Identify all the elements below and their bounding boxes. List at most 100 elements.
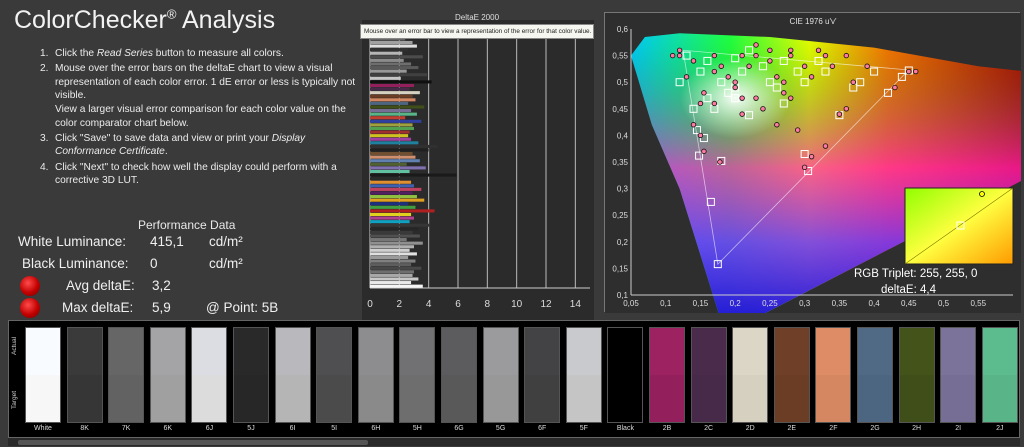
deltae-bar[interactable] — [370, 198, 425, 202]
deltae-bar[interactable] — [370, 123, 413, 127]
cie-measured-point[interactable] — [732, 79, 738, 85]
cie-measured-point[interactable] — [753, 52, 759, 59]
deltae-bar[interactable] — [370, 44, 417, 48]
swatch-6h[interactable] — [357, 327, 394, 423]
deltae-bar[interactable] — [370, 252, 417, 256]
cie-measured-point[interactable] — [711, 52, 718, 59]
swatch-7k[interactable] — [108, 327, 145, 423]
cie-measured-point[interactable] — [774, 122, 780, 128]
swatch-6g[interactable] — [441, 327, 477, 423]
deltae-bar[interactable] — [370, 259, 416, 263]
deltae-bar[interactable] — [370, 62, 412, 66]
cie-measured-point[interactable] — [760, 106, 766, 112]
swatch-2e[interactable] — [773, 327, 810, 423]
deltae-bar[interactable] — [370, 83, 414, 88]
cie-measured-point[interactable] — [739, 52, 745, 59]
deltae-bar[interactable] — [370, 51, 403, 55]
cie-measured-point[interactable] — [711, 100, 718, 107]
deltae-bar[interactable] — [370, 234, 420, 238]
cie-measured-point[interactable] — [711, 68, 718, 75]
deltae-bar[interactable] — [370, 187, 422, 191]
deltae-bar[interactable] — [370, 216, 414, 220]
cie-measured-point[interactable] — [843, 106, 850, 112]
swatch-2f[interactable] — [815, 327, 852, 423]
swatch-5f[interactable] — [565, 327, 602, 423]
swatch-2d[interactable] — [732, 327, 769, 423]
cie-measured-point[interactable] — [676, 52, 683, 59]
deltae-bar[interactable] — [370, 220, 410, 224]
deltae-bar[interactable] — [370, 55, 423, 59]
swatch-black[interactable] — [607, 327, 644, 423]
cie-chart[interactable]: 0,05 0,1 0,15 0,2 0,25 0,3 0,35 0,4 0,45 0,5 0,550… — [605, 13, 1021, 313]
deltae-bar[interactable] — [370, 141, 419, 145]
cie-measured-point[interactable] — [767, 58, 773, 64]
swatch-2h[interactable] — [898, 327, 935, 423]
deltae-bar[interactable] — [370, 173, 457, 177]
cie-measured-point[interactable] — [850, 79, 856, 85]
deltae-bar[interactable] — [370, 205, 416, 209]
deltae-bar[interactable] — [370, 98, 416, 102]
cie-measured-point[interactable] — [808, 74, 815, 80]
deltae-bar[interactable] — [370, 241, 423, 245]
deltae-bar[interactable] — [370, 48, 409, 52]
cie-measured-point[interactable] — [701, 90, 707, 96]
deltae-bar[interactable] — [370, 91, 420, 95]
cie-measured-point[interactable] — [732, 84, 738, 91]
cie-measured-point[interactable] — [801, 164, 808, 171]
swatch-white[interactable] — [25, 327, 61, 423]
deltae-bar[interactable] — [370, 40, 413, 45]
cie-measured-point[interactable] — [697, 132, 704, 139]
deltae-bar[interactable] — [370, 159, 420, 163]
deltae-bar[interactable] — [370, 195, 417, 199]
deltae-bar[interactable] — [370, 73, 428, 77]
swatch-6i[interactable] — [274, 327, 311, 423]
swatch-8k[interactable] — [66, 327, 103, 423]
cie-measured-point[interactable] — [822, 143, 829, 149]
deltae-bar[interactable] — [370, 80, 432, 84]
deltae-bar[interactable] — [370, 87, 410, 91]
deltae-bar[interactable] — [370, 155, 416, 159]
cie-measured-point[interactable] — [676, 47, 683, 53]
deltae-bar[interactable] — [370, 69, 407, 73]
deltae-bar[interactable] — [370, 245, 414, 249]
cie-measured-point[interactable] — [836, 111, 843, 117]
deltae-bar[interactable] — [370, 255, 409, 260]
deltae-bar[interactable] — [370, 116, 406, 120]
deltae-chart[interactable]: 0 2 4 6 8 10 12 14 — [362, 20, 594, 320]
deltae-bar[interactable] — [370, 66, 419, 70]
deltae-bar[interactable] — [370, 270, 414, 274]
deltae-bar[interactable] — [370, 126, 414, 131]
deltae-bar[interactable] — [370, 273, 413, 277]
cie-measured-point[interactable] — [739, 95, 745, 101]
deltae-bar[interactable] — [370, 177, 423, 181]
cie-measured-point[interactable] — [739, 111, 745, 117]
scrollbar-thumb[interactable] — [18, 440, 368, 445]
swatch-5g[interactable] — [482, 327, 519, 423]
deltae-bar[interactable] — [370, 223, 431, 227]
cie-measured-point[interactable] — [794, 127, 801, 133]
deltae-bar[interactable] — [370, 281, 412, 285]
deltae-bar[interactable] — [370, 166, 426, 170]
cie-measured-point[interactable] — [690, 58, 697, 64]
deltae-bar[interactable] — [370, 191, 413, 195]
cie-measured-point[interactable] — [725, 74, 731, 80]
cie-measured-point[interactable] — [788, 47, 794, 53]
deltae-bar[interactable] — [370, 148, 429, 152]
cie-measured-point[interactable] — [808, 153, 815, 160]
cie-measured-point[interactable] — [829, 63, 836, 69]
swatch-5j[interactable] — [233, 327, 269, 423]
swatch-6k[interactable] — [149, 327, 186, 423]
cie-measured-point[interactable] — [774, 74, 780, 80]
cie-measured-point[interactable] — [753, 42, 759, 48]
deltae-bar[interactable] — [370, 184, 414, 188]
cie-measured-point[interactable] — [781, 79, 787, 85]
deltae-bar[interactable] — [370, 94, 413, 98]
deltae-bar[interactable] — [370, 105, 425, 109]
deltae-bar[interactable] — [370, 266, 422, 270]
deltae-bar[interactable] — [370, 134, 409, 138]
deltae-bar[interactable] — [370, 212, 412, 217]
deltae-bar[interactable] — [370, 137, 412, 141]
deltae-bar[interactable] — [370, 284, 423, 288]
deltae-bar[interactable] — [370, 209, 435, 213]
cie-measured-point[interactable] — [718, 63, 724, 69]
